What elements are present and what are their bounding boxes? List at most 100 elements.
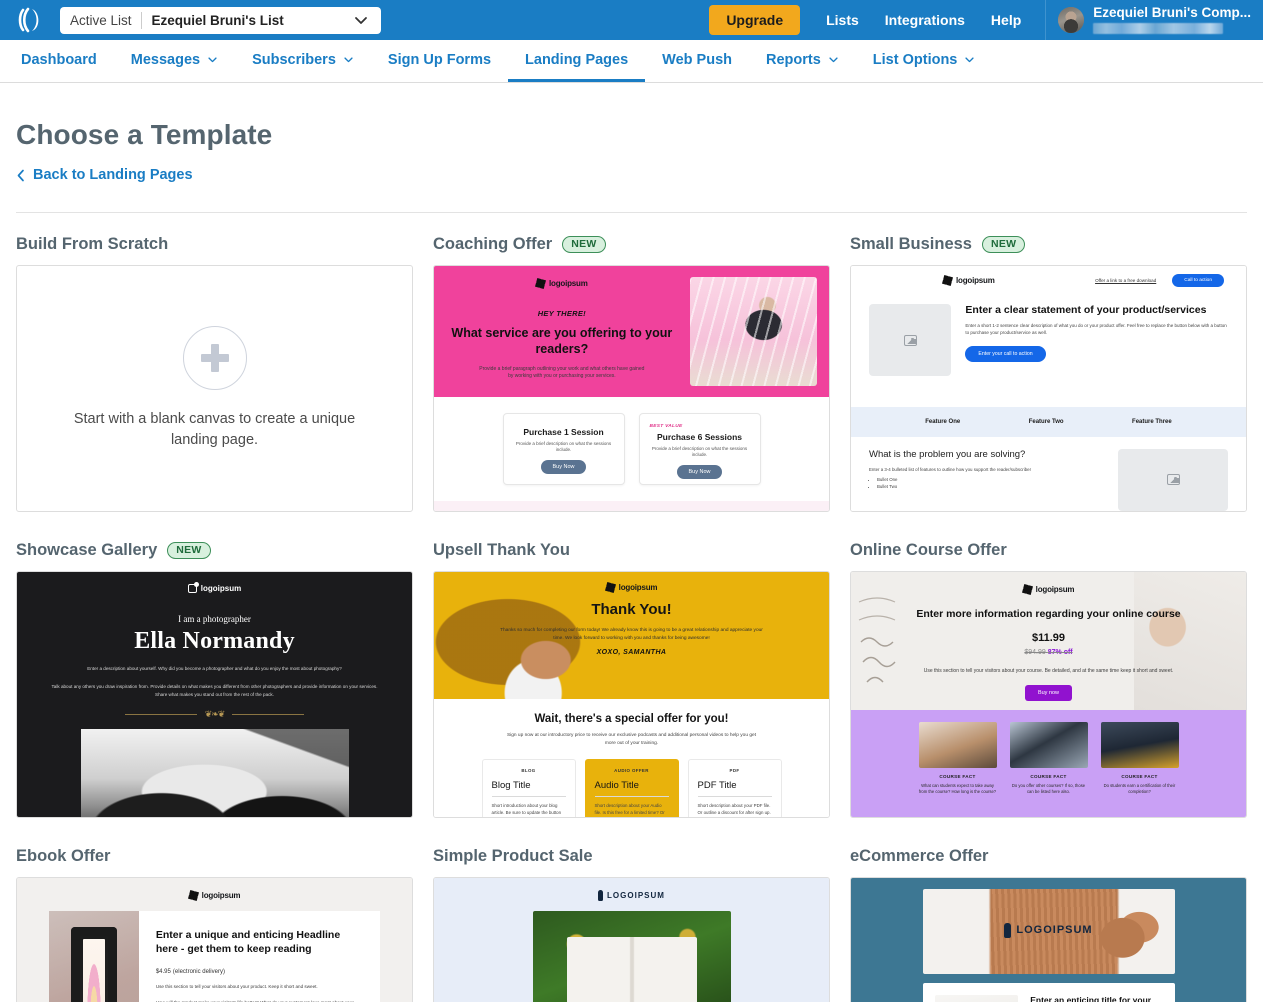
preview-feature: Feature Two bbox=[1028, 418, 1064, 425]
page-title: Choose a Template bbox=[16, 119, 273, 150]
tile-header: Showcase Gallery NEW bbox=[16, 540, 413, 561]
page-content: Choose a Template Back to Landing Pages … bbox=[0, 119, 1263, 1002]
nav-item-subscribers[interactable]: Subscribers bbox=[235, 40, 371, 82]
logo-text: logoipsum bbox=[549, 278, 588, 288]
chevron-down-icon bbox=[207, 54, 218, 65]
nav-item-reports[interactable]: Reports bbox=[749, 40, 856, 82]
template-thumbnail-upsell-thank-you[interactable]: logoipsum Thank You! Thanks so much for … bbox=[433, 570, 830, 818]
nav-item-web-push[interactable]: Web Push bbox=[645, 40, 749, 82]
avatar bbox=[1058, 7, 1085, 33]
new-badge: NEW bbox=[562, 235, 606, 253]
fact-kicker: COURSE FACT bbox=[939, 773, 976, 779]
ornament-divider: ❦❧❦ bbox=[17, 709, 412, 720]
tile-title: Ebook Offer bbox=[16, 846, 111, 865]
preview-heading: What service are you offering to your re… bbox=[451, 325, 673, 356]
logoipsum-logo-icon: logoipsum bbox=[17, 581, 412, 593]
offer-kicker: BEST VALUE bbox=[649, 423, 683, 429]
preview-heading: Thank You! bbox=[591, 600, 672, 618]
tile-title: Showcase Gallery bbox=[16, 540, 158, 559]
new-badge: NEW bbox=[981, 235, 1026, 253]
preview-signature: XOXO, SAMANTHA bbox=[596, 648, 667, 656]
top-bar-right: Upgrade Lists Integrations Help Ezequiel… bbox=[709, 0, 1263, 40]
template-thumbnail-online-course-offer[interactable]: logoipsum Enter more information regardi… bbox=[850, 570, 1247, 818]
tile-title: Small Business bbox=[850, 234, 972, 253]
tile-header: Online Course Offer bbox=[850, 540, 1247, 561]
build-from-scratch-card[interactable]: Start with a blank canvas to create a un… bbox=[16, 264, 413, 512]
nav-item-messages[interactable]: Messages bbox=[114, 40, 235, 82]
template-tile-coaching-offer: Coaching Offer NEW logoipsum HEY THERE! … bbox=[433, 234, 830, 512]
top-bar: Active List Ezequiel Bruni's List Upgrad… bbox=[0, 0, 1263, 40]
preview-nav-link: Offer a link to a free download bbox=[1095, 278, 1157, 284]
top-link-help[interactable]: Help bbox=[991, 12, 1021, 28]
fact-desc: Do students earn a certification of thei… bbox=[1103, 782, 1176, 795]
offer-title: Blog Title bbox=[491, 779, 531, 791]
tile-title: Coaching Offer bbox=[433, 234, 553, 253]
preview-paragraph-2: Talk about any others you draw inspirati… bbox=[51, 683, 378, 697]
nav-label: Sign Up Forms bbox=[387, 51, 492, 68]
tile-title: Build From Scratch bbox=[16, 234, 169, 253]
offer-button: Buy Now bbox=[541, 460, 586, 475]
preview-heading: Ella Normandy bbox=[134, 627, 295, 654]
preview-heading-2: Wait, there's a special offer for you! bbox=[534, 712, 729, 725]
account-menu[interactable]: Ezequiel Bruni's Comp... bbox=[1046, 0, 1263, 40]
active-list-selector[interactable]: Active List Ezequiel Bruni's List bbox=[60, 6, 381, 34]
offer-kicker: BLOG bbox=[521, 767, 536, 773]
account-name: Ezequiel Bruni's Comp... bbox=[1093, 4, 1251, 20]
offer-title: PDF Title bbox=[697, 779, 737, 791]
offer-desc: Provide a brief description on what the … bbox=[651, 445, 748, 457]
aweber-logo-icon[interactable] bbox=[14, 5, 44, 35]
template-tile-upsell-thank-you: Upsell Thank You logoipsum Thank You! Th… bbox=[433, 540, 830, 818]
active-list-value: Ezequiel Bruni's List bbox=[151, 12, 284, 28]
top-link-integrations[interactable]: Integrations bbox=[885, 12, 965, 28]
preview-paragraph-2: Sign up now at our introductory price to… bbox=[506, 732, 757, 746]
template-thumbnail-simple-product-sale[interactable]: LOGOIPSUM Your Product Name Enter a brie… bbox=[433, 876, 830, 1002]
fact-kicker: COURSE FACT bbox=[1121, 773, 1158, 779]
template-thumbnail-coaching-offer[interactable]: logoipsum HEY THERE! What service are yo… bbox=[433, 264, 830, 512]
nav-item-landing-pages[interactable]: Landing Pages bbox=[508, 40, 646, 82]
fact-kicker: COURSE FACT bbox=[1030, 773, 1067, 779]
logoipsum-logo-icon: LOGOIPSUM bbox=[434, 889, 829, 901]
tile-title: Online Course Offer bbox=[850, 540, 1007, 559]
preview-heading: Enter more information regarding your on… bbox=[916, 607, 1181, 620]
account-subtext-redacted bbox=[1093, 23, 1224, 35]
fact-desc: Do you offer other courses? If so, those… bbox=[1011, 782, 1086, 795]
preview-offer-card: BEST VALUE Purchase 6 Sessions Provide a… bbox=[638, 412, 761, 485]
chevron-down-icon bbox=[343, 54, 354, 65]
preview-paragraph: Thanks so much for completing our form t… bbox=[500, 627, 763, 641]
tile-header: Ebook Offer bbox=[16, 846, 413, 867]
tile-header: Coaching Offer NEW bbox=[433, 234, 830, 255]
nav-item-list-options[interactable]: List Options bbox=[856, 40, 993, 82]
preview-hero-image bbox=[689, 276, 817, 386]
divider bbox=[16, 211, 1247, 213]
nav-item-dashboard[interactable]: Dashboard bbox=[16, 40, 114, 82]
template-thumbnail-showcase-gallery[interactable]: logoipsum I am a photographer Ella Norma… bbox=[16, 570, 413, 818]
nav-label: Messages bbox=[130, 51, 201, 68]
tile-title: Upsell Thank You bbox=[433, 540, 570, 559]
back-to-landing-pages-link[interactable]: Back to Landing Pages bbox=[16, 167, 193, 183]
chevron-left-icon bbox=[16, 169, 26, 182]
top-link-lists[interactable]: Lists bbox=[826, 12, 859, 28]
template-tile-small-business: Small Business NEW logoipsum Offer a lin… bbox=[850, 234, 1247, 512]
nav-label: Web Push bbox=[662, 51, 732, 68]
blank-canvas-text: Start with a blank canvas to create a un… bbox=[73, 410, 356, 448]
upgrade-button[interactable]: Upgrade bbox=[709, 5, 801, 35]
template-thumbnail-small-business[interactable]: logoipsum Offer a link to a free downloa… bbox=[850, 264, 1247, 512]
template-thumbnail-ecommerce-offer[interactable]: LOGOIPSUM Enter an enticing title for yo… bbox=[850, 876, 1247, 1002]
template-grid-row-2: Showcase Gallery NEW logoipsum I am a ph… bbox=[16, 540, 1247, 818]
template-thumbnail-ebook-offer[interactable]: logoipsum Enter a unique and enticing He… bbox=[16, 876, 413, 1002]
chevron-down-icon[interactable] bbox=[347, 12, 381, 28]
preview-heading: Enter a clear statement of your product/… bbox=[965, 304, 1207, 317]
preview-price-note: (electronic delivery) bbox=[172, 969, 225, 976]
preview-product-image bbox=[934, 994, 1019, 1002]
chevron-down-icon bbox=[964, 54, 975, 65]
preview-gallery-image bbox=[80, 728, 349, 817]
template-tile-ecommerce-offer: eCommerce Offer LOGOIPSUM Enter an entic… bbox=[850, 846, 1247, 1002]
fact-desc: What can students expect to take away fr… bbox=[918, 782, 997, 795]
preview-course-fact: COURSE FACT What can students expect to … bbox=[918, 721, 997, 817]
preview-paragraph-1: Enter a description about yourself. Why … bbox=[87, 665, 342, 671]
nav-item-sign-up-forms[interactable]: Sign Up Forms bbox=[371, 40, 508, 82]
preview-course-fact: COURSE FACT Do you offer other courses? … bbox=[1009, 721, 1088, 817]
nav-label: Dashboard bbox=[21, 51, 97, 68]
offer-desc: Short description about your Audio file.… bbox=[594, 802, 665, 816]
preview-offer-card: Purchase 1 Session Provide a brief descr… bbox=[502, 412, 625, 485]
